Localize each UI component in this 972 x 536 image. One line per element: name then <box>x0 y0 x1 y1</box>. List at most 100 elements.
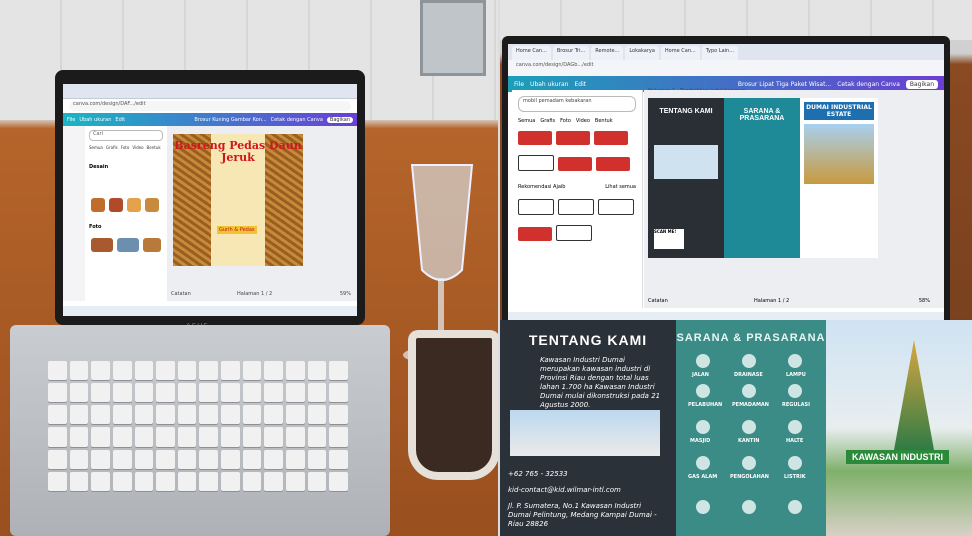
thumb-4[interactable] <box>145 198 159 212</box>
resize-menu[interactable]: Ubah ukuran <box>530 81 568 88</box>
brochure-panel-about: TENTANG KAMI SCAN ME! <box>648 98 724 258</box>
tab[interactable]: Remote... <box>591 46 624 60</box>
photo-3[interactable] <box>143 238 161 252</box>
recycle-icon <box>696 500 710 514</box>
printed-title-facilities: SARANA & PRASARANA <box>676 332 826 344</box>
printed-email: kid-contact@kid.wilmar-intl.com <box>508 486 621 494</box>
canvas-area: TENTANG KAMI SCAN ME! SARANA & PRASARANA… <box>644 90 944 308</box>
port-icon <box>696 384 710 398</box>
edit-menu[interactable]: Edit <box>115 117 125 123</box>
browser-tabs[interactable]: Home Can... Brosur Tri... Remote... Loka… <box>508 44 944 60</box>
notes-button[interactable]: Catatan <box>648 298 668 304</box>
recommended-results[interactable] <box>516 196 638 248</box>
file-menu[interactable]: File <box>514 81 524 88</box>
bus-stop-icon <box>788 420 802 434</box>
laptop-keyboard-deck <box>10 325 390 536</box>
brochure-panel-cover: DUMAI INDUSTRIAL ESTATE <box>800 98 878 258</box>
laptop-screen-right: Home Can... Brosur Tri... Remote... Loka… <box>502 36 950 328</box>
design-badge: Gurih & Pedas <box>217 226 257 234</box>
electricity-icon <box>788 456 802 470</box>
zoom-level[interactable]: 58% <box>919 298 930 304</box>
notes-button[interactable]: Catatan <box>171 291 191 297</box>
qr-code: SCAN ME! <box>654 229 684 249</box>
printed-phone: +62 765 - 32533 <box>508 470 568 478</box>
windows-taskbar[interactable] <box>63 306 357 316</box>
zoom-level[interactable]: 59% <box>340 291 351 297</box>
print-button[interactable]: Cetak dengan Canva <box>837 81 900 88</box>
resize-menu[interactable]: Ubah ukuran <box>79 117 111 123</box>
tab[interactable]: Home Can... <box>660 46 700 60</box>
printed-title-about: TENTANG KAMI <box>528 332 648 348</box>
canva-toolbar: File Ubah ukuran Edit Brosur Kuning Gamb… <box>63 113 357 127</box>
tab[interactable]: Lokakarya <box>625 46 659 60</box>
left-photo: canva.com/design/DAF.../edit File Ubah u… <box>0 0 498 536</box>
doc-title[interactable]: Brosur Lipat Tiga Paket Wisat... <box>738 81 831 88</box>
photo-1[interactable] <box>91 238 113 252</box>
design-title: Basreng Pedas Daun Jeruk <box>174 139 302 164</box>
printed-panel-cover: KAWASAN INDUSTRI <box>826 320 972 536</box>
printed-address: Jl. P. Sumatera, No.1 Kawasan Industri D… <box>508 502 657 528</box>
drainage-icon <box>742 354 756 368</box>
tab[interactable]: Brosur Tri... <box>552 46 590 60</box>
basreng-design[interactable]: Basreng Pedas Daun Jeruk Gurih & Pedas <box>173 134 303 266</box>
edit-menu[interactable]: Edit <box>574 81 586 88</box>
background-floor <box>500 0 972 40</box>
search-input[interactable]: Cari <box>89 130 163 141</box>
coffee-cup <box>408 330 498 480</box>
elements-panel: Cari Semua Grafis Foto Video Bentuk Desain F… <box>85 126 168 301</box>
address-bar[interactable]: canva.com/design/DAF.../edit <box>69 101 351 111</box>
thumb-2[interactable] <box>109 198 123 212</box>
page-indicator[interactable]: Halaman 1 / 2 <box>754 298 789 304</box>
doc-title[interactable]: Brosur Kuning Gambar Kon... <box>194 117 266 123</box>
right-photo: Home Can... Brosur Tri... Remote... Loka… <box>500 0 972 536</box>
elements-panel: mobil pemadam kebakaran Semua Grafis Foto V… <box>512 90 643 308</box>
printed-building-photo <box>510 410 660 456</box>
mosque-icon <box>696 420 710 434</box>
page-indicator[interactable]: Halaman 1 / 2 <box>237 291 272 297</box>
printed-panel-about: TENTANG KAMI Kawasan Industri Dumai meru… <box>500 320 676 536</box>
canteen-icon <box>742 420 756 434</box>
print-button[interactable]: Cetak dengan Canva <box>271 117 323 123</box>
canvas-area: Basreng Pedas Daun Jeruk Gurih & Pedas C… <box>167 126 357 301</box>
glass-door <box>420 0 486 76</box>
water-icon <box>742 500 756 514</box>
regulation-icon <box>788 384 802 398</box>
thumb-3[interactable] <box>127 198 141 212</box>
browser-tabbar[interactable] <box>63 84 357 99</box>
laptop-screen: canva.com/design/DAF.../edit File Ubah u… <box>55 70 365 325</box>
fire-icon <box>742 384 756 398</box>
editor-sidebar[interactable] <box>63 126 86 301</box>
kawasan-sign: KAWASAN INDUSTRI <box>846 450 950 464</box>
recommend-header: Rekomendasi Ajaib Lihat semua <box>518 184 636 190</box>
thumb-1[interactable] <box>91 198 105 212</box>
tab[interactable]: Home Can... <box>512 46 551 60</box>
laptop-display-right: Home Can... Brosur Tri... Remote... Loka… <box>508 44 944 322</box>
gas-icon <box>696 456 710 470</box>
filter-tabs[interactable]: Semua Grafis Foto Video Bentuk <box>518 118 636 124</box>
security-icon <box>788 500 802 514</box>
fire-truck-results[interactable] <box>516 128 638 178</box>
tab[interactable]: Typo Lain... <box>701 46 738 60</box>
road-icon <box>696 354 710 368</box>
file-menu[interactable]: File <box>67 117 75 123</box>
printed-about-text: Kawasan Industri Dumai merupakan kawasan… <box>540 356 661 409</box>
brochure-design[interactable]: TENTANG KAMI SCAN ME! SARANA & PRASARANA… <box>648 98 878 258</box>
search-input[interactable]: mobil pemadam kebakaran <box>518 96 636 112</box>
laptop-display: canva.com/design/DAF.../edit File Ubah u… <box>63 84 357 316</box>
printed-brochure: TENTANG KAMI Kawasan Industri Dumai meru… <box>500 320 972 536</box>
keyboard[interactable] <box>48 361 348 491</box>
section-photo: Foto <box>89 224 102 230</box>
processing-icon <box>742 456 756 470</box>
brochure-panel-facilities: SARANA & PRASARANA <box>724 98 800 258</box>
lamp-icon <box>788 354 802 368</box>
printed-panel-facilities: SARANA & PRASARANA JALAN DRAINASE LAMPU … <box>676 320 826 536</box>
share-button[interactable]: Bagikan <box>326 117 353 123</box>
see-all-link[interactable]: Lihat semua <box>605 184 636 190</box>
monument-photo <box>804 124 874 184</box>
share-button[interactable]: Bagikan <box>905 79 938 89</box>
section-design: Desain <box>89 164 109 170</box>
building-photo <box>654 145 718 179</box>
filter-tabs[interactable]: Semua Grafis Foto Video Bentuk <box>89 145 163 150</box>
address-bar[interactable]: canva.com/design/DAGb.../edit <box>508 60 944 76</box>
photo-2[interactable] <box>117 238 139 252</box>
